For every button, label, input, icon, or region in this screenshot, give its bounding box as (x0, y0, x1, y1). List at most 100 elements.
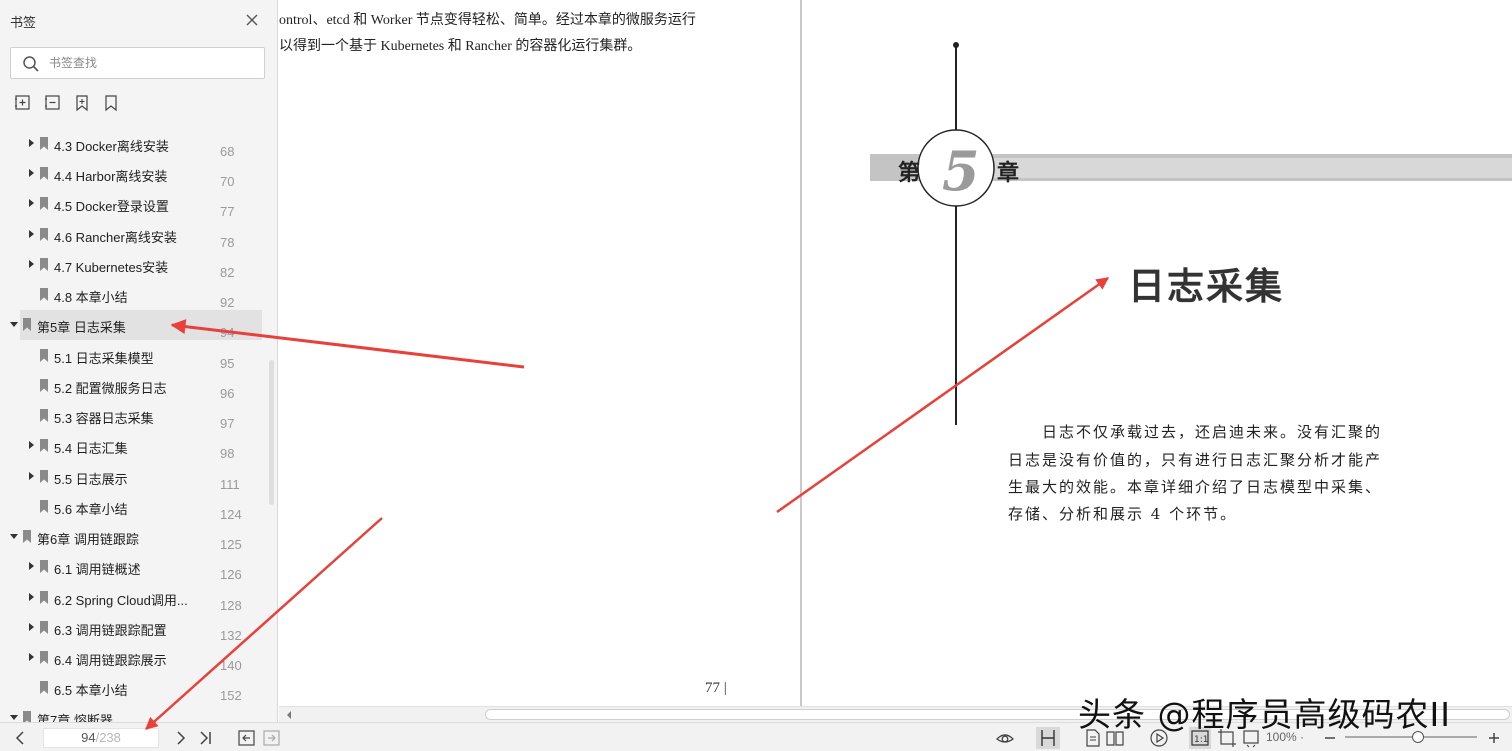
prev-page-icon[interactable] (10, 728, 30, 748)
forward-icon[interactable] (262, 728, 282, 748)
bookmark-item[interactable]: 6.1 调用链概述 126 (0, 552, 262, 582)
bookmark-flag-icon (40, 470, 48, 483)
expand-arrow-icon[interactable] (29, 472, 34, 480)
bookmark-page-number: 94 (220, 325, 235, 340)
expand-arrow-icon[interactable] (29, 169, 34, 177)
expand-all-icon[interactable] (14, 94, 32, 112)
next-page-icon[interactable] (171, 728, 191, 748)
bookmark-label: 5.4 日志汇集 (54, 441, 128, 456)
zoom-in-icon[interactable] (1484, 728, 1504, 748)
bookmark-page-number: 78 (220, 235, 235, 250)
bookmark-item[interactable]: 5.4 日志汇集 98 (0, 431, 262, 461)
bookmark-item[interactable]: 6.2 Spring Cloud调用... 128 (0, 583, 262, 613)
bookmark-label: 第6章 调用链跟踪 (37, 532, 139, 547)
eye-icon[interactable] (995, 728, 1015, 748)
bookmark-item[interactable]: 6.4 调用链跟踪展示 140 (0, 643, 262, 673)
bookmark-label: 4.4 Harbor离线安装 (54, 169, 168, 184)
collapse-all-icon[interactable] (44, 94, 62, 112)
bookmark-search-input[interactable] (49, 53, 254, 73)
chapter-suffix: 章 (997, 160, 1019, 186)
chapter-title: 日志采集 (1128, 264, 1284, 308)
bookmark-item[interactable]: 6.5 本章小结 152 (0, 673, 262, 703)
intro-text-line: 日志不仅承载过去，还启迪未来。没有汇聚的 (1042, 423, 1383, 441)
bookmark-item[interactable]: 5.1 日志采集模型 95 (0, 341, 262, 371)
bookmark-page-number: 82 (220, 265, 235, 280)
bookmark-label: 6.4 调用链跟踪展示 (54, 653, 167, 668)
expand-arrow-icon[interactable] (29, 260, 34, 268)
bookmark-item[interactable]: 5.5 日志展示 111 (0, 462, 262, 492)
left-page-text-line: ontrol、etcd 和 Worker 节点变得轻松、简单。经过本章的微服务运… (279, 13, 696, 28)
current-page: 94 (81, 730, 96, 745)
bookmark-panel: 书签 4.3 Docker离线安装684.4 Harbor离线安装704.5 D… (0, 0, 278, 722)
back-icon[interactable] (237, 728, 257, 748)
bookmark-item[interactable]: 5.2 配置微服务日志 96 (0, 371, 262, 401)
bookmark-item[interactable]: 4.6 Rancher离线安装 78 (0, 220, 262, 250)
bookmark-item[interactable]: 4.8 本章小结 92 (0, 280, 262, 310)
bookmark-flag-icon (40, 137, 48, 150)
left-page-text-line: 以得到一个基于 Kubernetes 和 Rancher 的容器化运行集群。 (279, 39, 642, 54)
bookmark-flag-icon (40, 439, 48, 452)
intro-text-line: 日志是没有价值的，只有进行日志汇聚分析才能产 (1008, 451, 1383, 469)
expand-arrow-icon[interactable] (29, 623, 34, 631)
bookmark-search-box[interactable] (10, 47, 265, 79)
last-page-icon[interactable] (195, 728, 215, 748)
bookmark-flag-icon (40, 621, 48, 634)
bookmark-page-number: 97 (220, 416, 235, 431)
zoom-slider[interactable] (1345, 736, 1477, 738)
bookmark-flag-icon (23, 711, 31, 722)
bookmark-flag-icon (40, 681, 48, 694)
collapse-arrow-icon[interactable] (10, 322, 18, 327)
add-bookmark-icon[interactable] (73, 94, 91, 112)
bookmark-flag-icon (40, 258, 48, 271)
expand-arrow-icon[interactable] (29, 653, 34, 661)
bookmark-flag-icon (40, 560, 48, 573)
collapse-arrow-icon[interactable] (10, 715, 18, 720)
bookmark-item[interactable]: 第6章 调用链跟踪 125 (0, 522, 262, 552)
chapter-prefix: 第 (898, 160, 920, 186)
bookmark-label: 4.5 Docker登录设置 (54, 199, 169, 214)
scroll-left-icon[interactable] (285, 710, 293, 720)
expand-arrow-icon[interactable] (29, 593, 34, 601)
bookmark-label: 第7章 熔断器 (37, 713, 113, 722)
expand-arrow-icon[interactable] (29, 441, 34, 449)
expand-arrow-icon[interactable] (29, 199, 34, 207)
bookmark-page-number: 126 (220, 567, 242, 582)
bookmark-label: 第5章 日志采集 (37, 320, 126, 335)
bookmark-item[interactable]: 4.7 Kubernetes安装 82 (0, 250, 262, 280)
bookmark-flag-icon (40, 409, 48, 422)
sidebar-scrollbar[interactable] (269, 360, 274, 505)
bookmark-item[interactable]: 4.5 Docker登录设置 77 (0, 189, 262, 219)
close-icon[interactable] (244, 12, 260, 28)
expand-arrow-icon[interactable] (29, 562, 34, 570)
bookmark-flag-icon (40, 197, 48, 210)
page-number-input[interactable]: 94/238 (43, 728, 159, 748)
bookmark-flag-icon (40, 228, 48, 241)
collapse-arrow-icon[interactable] (10, 534, 18, 539)
bookmark-item[interactable]: 第5章 日志采集 94 (10, 310, 262, 340)
bookmark-page-number: 111 (220, 477, 240, 492)
bookmark-label: 6.2 Spring Cloud调用... (54, 593, 188, 608)
bookmark-item[interactable]: 5.3 容器日志采集 97 (0, 401, 262, 431)
bookmark-flag-icon (40, 349, 48, 362)
search-icon (23, 56, 39, 72)
bookmark-icon[interactable] (102, 94, 120, 112)
bookmark-item[interactable]: 4.4 Harbor离线安装 70 (0, 159, 262, 189)
bookmark-item[interactable]: 第7章 熔断器 (0, 703, 262, 722)
bookmark-item[interactable]: 5.6 本章小结 124 (0, 492, 262, 522)
bookmark-label: 6.5 本章小结 (54, 683, 128, 698)
bookmark-flag-icon (40, 379, 48, 392)
bookmark-label: 6.1 调用链概述 (54, 562, 141, 577)
bookmark-page-number: 124 (220, 507, 242, 522)
bookmark-label: 4.3 Docker离线安装 (54, 139, 169, 154)
bookmark-item[interactable]: 6.3 调用链跟踪配置 132 (0, 613, 262, 643)
expand-arrow-icon[interactable] (29, 139, 34, 147)
bookmark-label: 5.3 容器日志采集 (54, 411, 154, 426)
bookmark-label: 4.6 Rancher离线安装 (54, 230, 177, 245)
single-page-view-icon[interactable] (1036, 727, 1060, 749)
expand-arrow-icon[interactable] (29, 230, 34, 238)
bookmark-flag-icon (40, 591, 48, 604)
bookmark-label: 4.8 本章小结 (54, 290, 128, 305)
bookmark-page-number: 95 (220, 356, 235, 371)
bookmark-item[interactable]: 4.3 Docker离线安装 68 (0, 129, 262, 159)
bookmark-flag-icon (40, 500, 48, 513)
